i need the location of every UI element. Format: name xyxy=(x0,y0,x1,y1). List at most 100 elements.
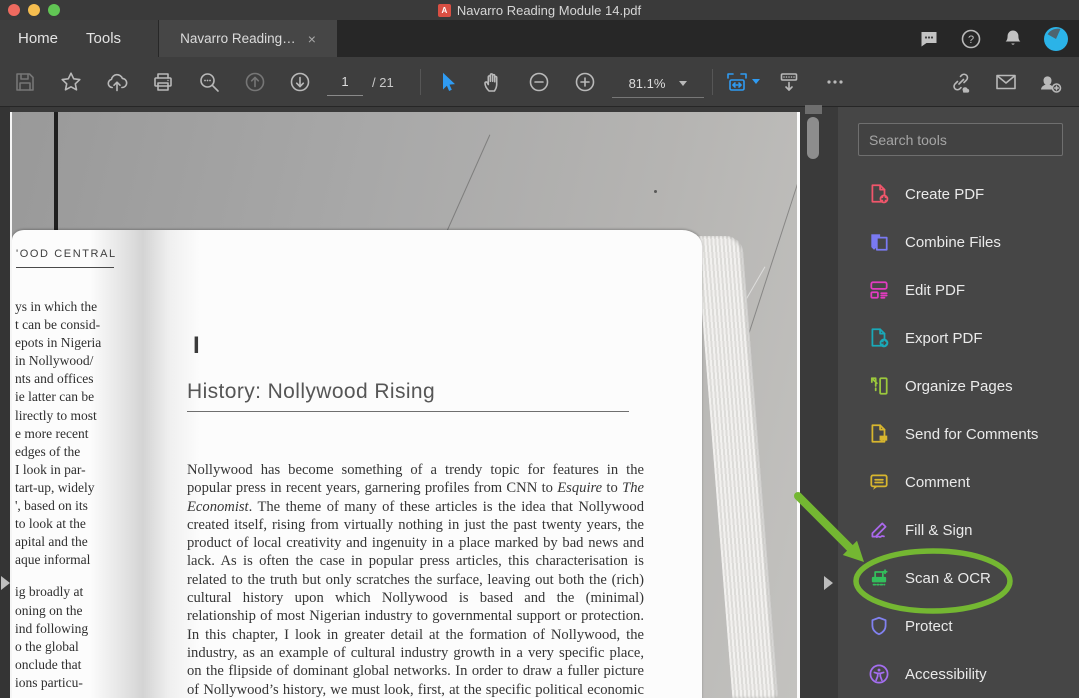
book-fore-edge xyxy=(696,236,779,698)
more-tools-button[interactable] xyxy=(818,65,852,99)
paragraph-text: to xyxy=(602,480,623,497)
tab-home[interactable]: Home xyxy=(18,30,58,47)
select-tool-button[interactable] xyxy=(430,65,464,99)
tool-item-export-pdf[interactable]: Export PDF xyxy=(838,314,1079,362)
left-page-line: in Nollywood/ xyxy=(15,353,94,369)
chapter-title-rule xyxy=(187,411,629,412)
zoom-level-control[interactable]: 81.1% xyxy=(612,69,704,98)
export-pdf-icon xyxy=(871,328,889,348)
paragraph-italic: Esquire xyxy=(557,480,603,497)
tool-label: Fill & Sign xyxy=(905,521,973,539)
expand-left-panel-button[interactable] xyxy=(1,576,10,590)
left-page-line: e more recent xyxy=(15,425,89,441)
zoom-in-button[interactable] xyxy=(568,65,602,99)
fit-width-button[interactable] xyxy=(720,65,760,99)
hand-tool-button[interactable] xyxy=(476,65,510,99)
toolbar: 1 / 21 81.1% xyxy=(0,57,1079,107)
comment-icon xyxy=(870,474,888,490)
collapse-tools-panel-button[interactable] xyxy=(824,576,833,590)
tools-sidebar: Create PDF Combine Files xyxy=(838,107,1079,698)
previous-page-button[interactable] xyxy=(238,65,272,99)
chapter-number: I xyxy=(193,332,200,359)
tool-item-fill-sign[interactable]: Fill & Sign xyxy=(838,506,1079,554)
svg-text:?: ? xyxy=(968,34,974,46)
tool-label: Scan & OCR xyxy=(905,569,991,587)
chevron-down-icon xyxy=(752,78,760,84)
left-page-line: nts and offices xyxy=(15,371,94,387)
help-icon[interactable]: ? xyxy=(959,27,983,51)
search-tools-input[interactable] xyxy=(858,123,1063,156)
document-tab[interactable]: Navarro Reading… × xyxy=(159,20,337,57)
print-button[interactable] xyxy=(146,65,180,99)
left-page-line: ie latter can be xyxy=(15,389,95,405)
nav-tabs: Home Tools xyxy=(0,20,158,57)
create-pdf-icon xyxy=(871,184,889,204)
tool-item-create-pdf[interactable]: Create PDF xyxy=(838,170,1079,218)
titlebar: A Navarro Reading Module 14.pdf xyxy=(0,0,1079,20)
tab-strip: Home Tools Navarro Reading… × ? xyxy=(0,20,1079,57)
account-avatar[interactable] xyxy=(1043,26,1069,52)
comments-bubble-icon[interactable] xyxy=(917,27,941,51)
left-page-line: onclude that xyxy=(15,656,82,672)
tool-label: Protect xyxy=(905,617,953,635)
page-number-input[interactable]: 1 xyxy=(327,71,363,96)
left-page-column: ys in which the t can be consid- epots i… xyxy=(15,298,101,692)
left-page-line: lirectly to most xyxy=(15,407,97,423)
paragraph-text: . The theme of many of these articles is… xyxy=(187,498,644,698)
notifications-bell-icon[interactable] xyxy=(1001,27,1025,51)
left-page-line: ind following xyxy=(15,620,89,636)
window-title: Navarro Reading Module 14.pdf xyxy=(456,2,642,18)
left-page-line: t can be consid- xyxy=(15,317,101,333)
page-total-label: / 21 xyxy=(372,75,394,90)
send-for-comments-icon xyxy=(871,424,888,443)
accessibility-icon xyxy=(869,664,889,684)
share-link-button[interactable] xyxy=(944,65,978,99)
left-page-line: oning on the xyxy=(15,602,83,618)
fill-sign-icon xyxy=(871,522,887,539)
left-page-line: o the global xyxy=(15,638,79,654)
left-page-line: I look in par- xyxy=(15,461,86,477)
acrobat-window: A Navarro Reading Module 14.pdf Home Too… xyxy=(0,0,1079,698)
tool-item-accessibility[interactable]: Accessibility xyxy=(838,650,1079,698)
tool-item-scan-ocr[interactable]: Scan & OCR xyxy=(838,554,1079,602)
left-page-line: edges of the xyxy=(15,443,81,459)
star-favorite-button[interactable] xyxy=(54,65,88,99)
document-tab-label: Navarro Reading… xyxy=(180,31,296,46)
tool-label: Create PDF xyxy=(905,185,985,203)
tool-label: Organize Pages xyxy=(905,377,1013,395)
chapter-title: History: Nollywood Rising xyxy=(187,380,436,403)
search-button[interactable] xyxy=(192,65,226,99)
tool-item-send-for-comments[interactable]: Send for Comments xyxy=(838,410,1079,458)
left-page-line: ig broadly at xyxy=(15,584,84,600)
book-spine-shadow xyxy=(90,230,200,698)
tool-item-protect[interactable]: Protect xyxy=(838,602,1079,650)
tool-item-organize-pages[interactable]: Organize Pages xyxy=(838,362,1079,410)
page-scrolling-button[interactable] xyxy=(772,65,806,99)
left-panel-rail xyxy=(0,107,10,698)
document-canvas[interactable]: 'OOD CENTRAL ys in which the t can be co… xyxy=(10,112,800,698)
save-button[interactable] xyxy=(8,65,42,99)
cloud-upload-button[interactable] xyxy=(100,65,134,99)
left-page-line: ', based on its xyxy=(15,498,88,514)
protect-shield-icon xyxy=(871,616,887,636)
tool-item-comment[interactable]: Comment xyxy=(838,458,1079,506)
next-page-button[interactable] xyxy=(283,65,317,99)
left-page-line: apital and the xyxy=(15,534,88,550)
tool-label: Send for Comments xyxy=(905,425,1039,443)
chevron-down-icon xyxy=(679,80,688,86)
tool-item-combine-files[interactable]: Combine Files xyxy=(838,218,1079,266)
tool-label: Export PDF xyxy=(905,329,983,347)
email-button[interactable] xyxy=(989,65,1023,99)
tool-label: Comment xyxy=(905,473,971,491)
zoom-out-button[interactable] xyxy=(522,65,556,99)
tool-label: Accessibility xyxy=(905,665,987,683)
vertical-scrollbar-thumb[interactable] xyxy=(807,117,819,159)
combine-files-icon xyxy=(871,234,888,251)
invite-people-button[interactable] xyxy=(1033,65,1067,99)
left-page-line: aque informal xyxy=(15,552,91,568)
scrollbar-gutter xyxy=(800,105,838,698)
edit-pdf-icon xyxy=(870,281,888,299)
close-tab-icon[interactable]: × xyxy=(308,31,316,47)
tool-item-edit-pdf[interactable]: Edit PDF xyxy=(838,266,1079,314)
tab-tools[interactable]: Tools xyxy=(86,30,121,47)
